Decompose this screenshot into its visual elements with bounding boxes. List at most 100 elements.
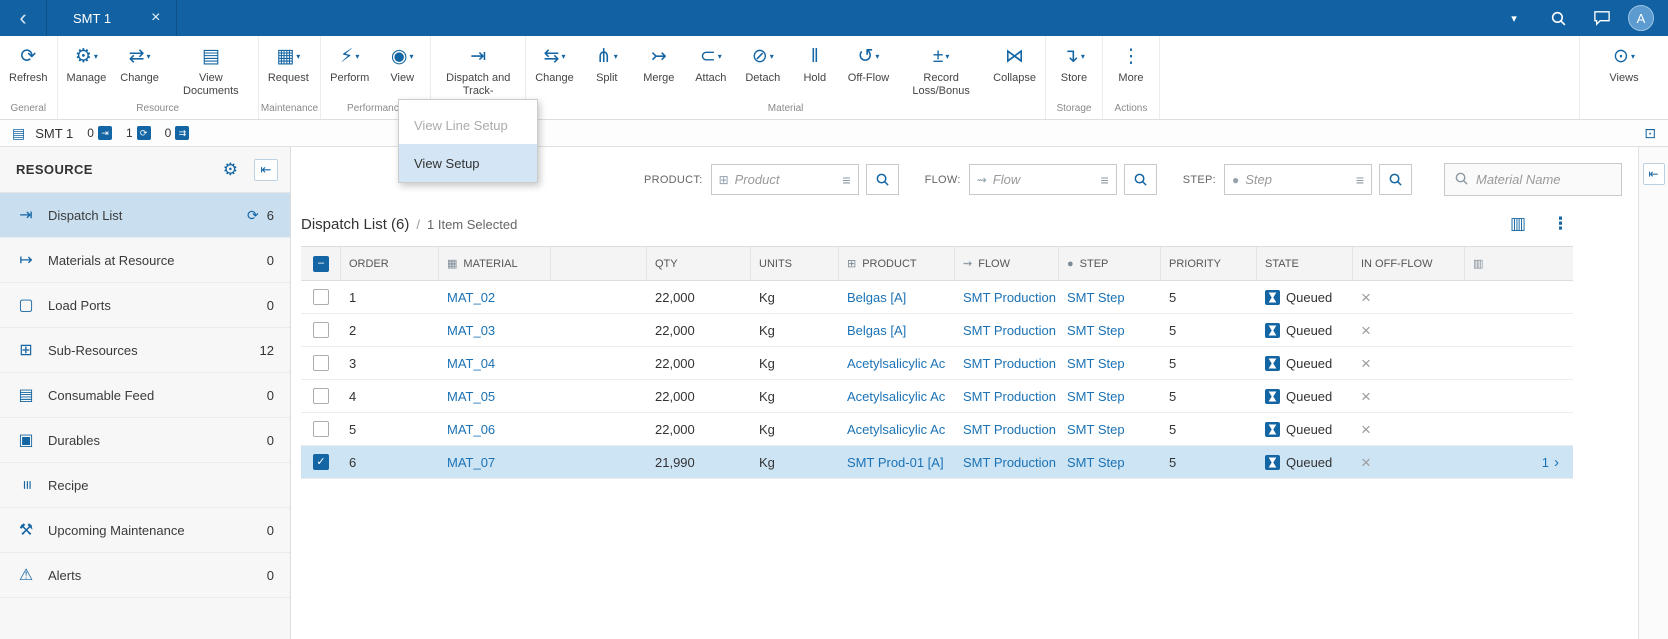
material-name-input[interactable] bbox=[1476, 172, 1612, 187]
sidebar-item-sub-resources[interactable]: ⊞ Sub-Resources 12 bbox=[0, 328, 290, 373]
request-button[interactable]: ▦ ▾ Request bbox=[261, 41, 316, 87]
cell-flow-link[interactable]: SMT Production bbox=[963, 290, 1056, 305]
select-all-checkbox[interactable]: – bbox=[313, 255, 329, 272]
dispatch-row-3[interactable]: 3 MAT_04 22,000 Kg Acetylsalicylic Ac SMT Pro… bbox=[301, 347, 1573, 380]
more-button[interactable]: ⋮ More bbox=[1105, 41, 1157, 87]
sidebar-item-alerts[interactable]: ⚠ Alerts 0 bbox=[0, 553, 290, 598]
more-options-icon[interactable]: ⋮ bbox=[1552, 214, 1569, 234]
step-filter-box[interactable]: ● ≡ bbox=[1224, 164, 1372, 195]
cell-product-link[interactable]: Acetylsalicylic Ac bbox=[847, 389, 945, 404]
column-header-state[interactable]: STATE bbox=[1257, 247, 1353, 280]
cell-product-link[interactable]: Belgas [A] bbox=[847, 290, 906, 305]
sidebar-item-durables[interactable]: ▣ Durables 0 bbox=[0, 418, 290, 463]
cell-step-link[interactable]: SMT Step bbox=[1067, 455, 1125, 470]
detail-link[interactable]: 1 › bbox=[1542, 455, 1559, 470]
row-checkbox[interactable] bbox=[313, 289, 329, 305]
cell-step-link[interactable]: SMT Step bbox=[1067, 422, 1125, 437]
product-filter-box[interactable]: ⊞ ≡ bbox=[710, 164, 859, 195]
cell-material-link[interactable]: MAT_03 bbox=[447, 323, 495, 338]
view-documents-button[interactable]: ▤ View Documents bbox=[166, 41, 256, 99]
sidebar-item-upcoming-maintenance[interactable]: ⚒ Upcoming Maintenance 0 bbox=[0, 508, 290, 553]
step-input[interactable] bbox=[1245, 172, 1350, 187]
cell-product-link[interactable]: Acetylsalicylic Ac bbox=[847, 422, 945, 437]
merge-button[interactable]: ↣ Merge bbox=[633, 41, 685, 87]
off-flow-button[interactable]: ↺ ▾ Off-Flow bbox=[841, 41, 896, 87]
cell-material-link[interactable]: MAT_02 bbox=[447, 290, 495, 305]
flow-filter-box[interactable]: ⇝ ≡ bbox=[968, 164, 1117, 195]
store-button[interactable]: ↴ ▾ Store bbox=[1048, 41, 1100, 87]
split-button[interactable]: ⋔ ▾ Split bbox=[581, 41, 633, 87]
chat-icon[interactable] bbox=[1580, 10, 1624, 26]
cell-flow-link[interactable]: SMT Production bbox=[963, 422, 1056, 437]
column-settings-icon[interactable]: ▥ bbox=[1510, 214, 1526, 234]
select-all-header[interactable]: – bbox=[301, 247, 341, 280]
hold-button[interactable]: ‖ Hold bbox=[789, 41, 841, 87]
product-search-button[interactable] bbox=[865, 164, 899, 195]
cell-product-link[interactable]: Belgas [A] bbox=[847, 323, 906, 338]
expand-right-panel-icon[interactable]: ⇤ bbox=[1642, 163, 1665, 185]
menu-item-view-setup[interactable]: View Setup bbox=[399, 144, 537, 182]
cell-material-link[interactable]: MAT_06 bbox=[447, 422, 495, 437]
topbar-dropdown-icon[interactable]: ▾ bbox=[1492, 12, 1536, 25]
column-header-flow[interactable]: ⇝ FLOW bbox=[955, 247, 1059, 280]
step-search-button[interactable] bbox=[1379, 164, 1412, 195]
material-search-box[interactable] bbox=[1444, 163, 1622, 196]
attach-button[interactable]: ⊂ ▾ Attach bbox=[685, 41, 737, 87]
change-material-button[interactable]: ⇆ ▾ Change bbox=[528, 41, 581, 87]
manage-button[interactable]: ⚙ ▾ Manage bbox=[60, 41, 114, 87]
collapse-button[interactable]: ⋈ Collapse bbox=[986, 41, 1043, 87]
cell-flow-link[interactable]: SMT Production bbox=[963, 323, 1056, 338]
dispatch-and-track-button[interactable]: ⇥ Dispatch and Track- bbox=[433, 41, 523, 99]
refresh-button[interactable]: ⟳ Refresh bbox=[2, 41, 55, 87]
dispatch-row-2[interactable]: 2 MAT_03 22,000 Kg Belgas [A] SMT Production S… bbox=[301, 314, 1573, 347]
dispatch-row-6[interactable]: ✓ 6 MAT_07 21,990 Kg SMT Prod-01 [A] SMT Produ… bbox=[301, 446, 1573, 479]
cell-product-link[interactable]: SMT Prod-01 [A] bbox=[847, 455, 944, 470]
column-header-step[interactable]: ● STEP bbox=[1059, 247, 1161, 280]
sidebar-item-dispatch-list[interactable]: ⇥ Dispatch List ⟳ 6 bbox=[0, 193, 290, 238]
column-header-extra[interactable] bbox=[551, 247, 647, 280]
product-filter-options-icon[interactable]: ≡ bbox=[842, 172, 850, 188]
avatar[interactable]: A bbox=[1628, 5, 1654, 31]
cell-product-link[interactable]: Acetylsalicylic Ac bbox=[847, 356, 945, 371]
cell-flow-link[interactable]: SMT Production bbox=[963, 455, 1056, 470]
flow-input[interactable] bbox=[992, 172, 1095, 187]
cell-flow-link[interactable]: SMT Production bbox=[963, 389, 1056, 404]
step-filter-options-icon[interactable]: ≡ bbox=[1356, 172, 1364, 188]
sidebar-item-load-ports[interactable]: ▢ Load Ports 0 bbox=[0, 283, 290, 328]
column-header-priority[interactable]: PRIORITY bbox=[1161, 247, 1257, 280]
cell-material-link[interactable]: MAT_05 bbox=[447, 389, 495, 404]
dispatch-row-1[interactable]: 1 MAT_02 22,000 Kg Belgas [A] SMT Production S… bbox=[301, 281, 1573, 314]
dispatch-row-4[interactable]: 4 MAT_05 22,000 Kg Acetylsalicylic Ac SMT Pro… bbox=[301, 380, 1573, 413]
row-checkbox[interactable] bbox=[313, 421, 329, 437]
cell-step-link[interactable]: SMT Step bbox=[1067, 356, 1125, 371]
cell-step-link[interactable]: SMT Step bbox=[1067, 389, 1125, 404]
context-panel-icon[interactable]: ⊡ bbox=[1644, 125, 1656, 142]
back-chevron-icon[interactable]: ‹ bbox=[0, 0, 46, 36]
column-header-product[interactable]: ⊞ PRODUCT bbox=[839, 247, 955, 280]
column-header-material[interactable]: ▦ MATERIAL bbox=[439, 247, 551, 280]
cell-flow-link[interactable]: SMT Production bbox=[963, 356, 1056, 371]
collapse-sidebar-icon[interactable]: ⇤ bbox=[254, 158, 278, 181]
cell-step-link[interactable]: SMT Step bbox=[1067, 290, 1125, 305]
row-checkbox[interactable] bbox=[313, 388, 329, 404]
refresh-count-icon[interactable]: ⟳ bbox=[247, 207, 259, 224]
column-header-in-off-flow[interactable]: IN OFF-FLOW bbox=[1353, 247, 1465, 280]
dispatch-row-5[interactable]: 5 MAT_06 22,000 Kg Acetylsalicylic Ac SMT Pro… bbox=[301, 413, 1573, 446]
record-loss-bonus-button[interactable]: ± ▾ Record Loss/Bonus bbox=[896, 41, 986, 99]
search-icon[interactable] bbox=[1536, 10, 1580, 27]
flow-search-button[interactable] bbox=[1123, 164, 1157, 195]
detach-button[interactable]: ⊘ ▾ Detach bbox=[737, 41, 789, 87]
row-checkbox[interactable] bbox=[313, 322, 329, 338]
gear-icon[interactable]: ⚙ bbox=[223, 160, 238, 180]
column-header-order[interactable]: ORDER bbox=[341, 247, 439, 280]
sidebar-item-consumable-feed[interactable]: ▤ Consumable Feed 0 bbox=[0, 373, 290, 418]
cell-material-link[interactable]: MAT_07 bbox=[447, 455, 495, 470]
flow-filter-options-icon[interactable]: ≡ bbox=[1101, 172, 1109, 188]
change-resource-button[interactable]: ⇄ ▾ Change bbox=[113, 41, 166, 87]
tab-smt-1[interactable]: SMT 1 × bbox=[46, 0, 178, 36]
column-header-extra[interactable]: ▥ bbox=[1465, 247, 1573, 280]
views-button[interactable]: ⊙ ▾ Views bbox=[1598, 41, 1650, 87]
cell-step-link[interactable]: SMT Step bbox=[1067, 323, 1125, 338]
row-checkbox[interactable] bbox=[313, 355, 329, 371]
sidebar-item-materials-at-resource[interactable]: ↦ Materials at Resource 0 bbox=[0, 238, 290, 283]
